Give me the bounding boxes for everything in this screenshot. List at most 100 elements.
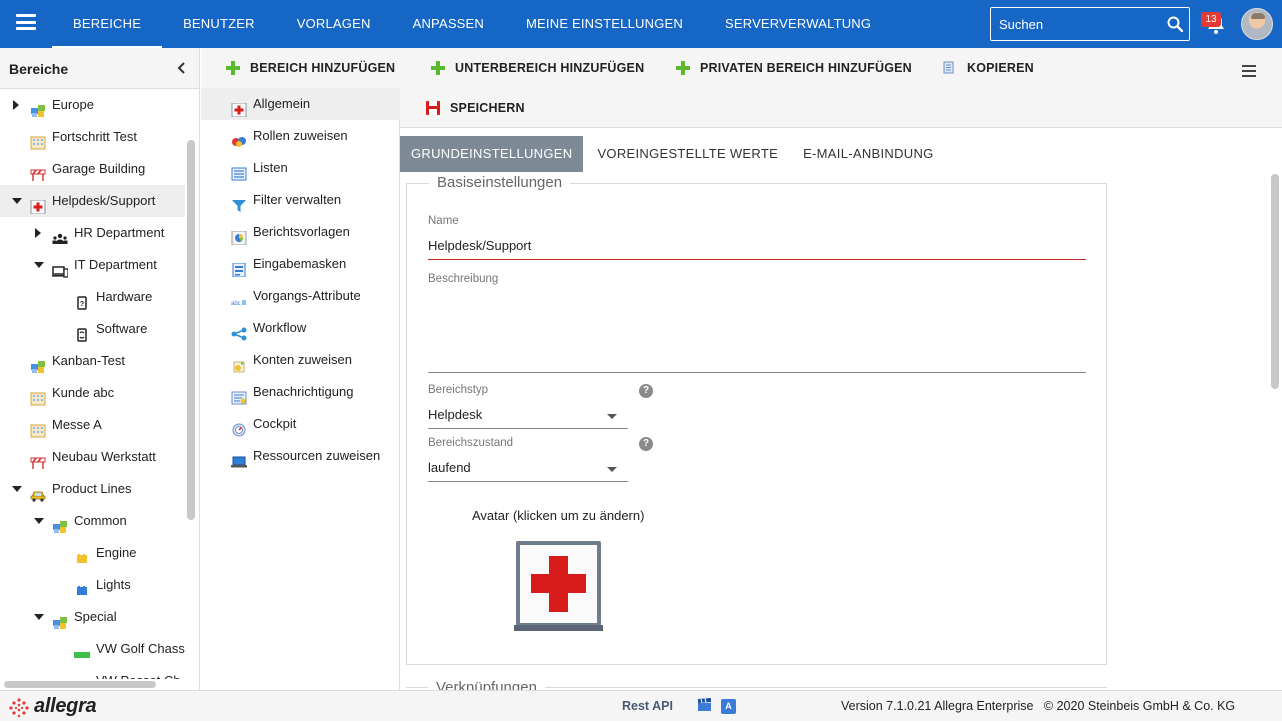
tree-node[interactable]: Messe A (0, 409, 185, 441)
nav-item-vorlagen[interactable]: VORLAGEN (276, 0, 392, 48)
description-field[interactable] (428, 292, 1086, 372)
tree-node-label: Fortschritt Test (52, 129, 138, 144)
settings-menu-item[interactable]: Filter verwalten (201, 184, 400, 216)
nav-item-meine-einstellungen[interactable]: MEINE EINSTELLUNGEN (505, 0, 704, 48)
form-icon (231, 257, 246, 278)
project-icon (52, 610, 68, 629)
tree-node[interactable]: Engine (0, 537, 185, 569)
project-icon (30, 98, 46, 117)
tree-node[interactable]: Common (0, 505, 185, 537)
add-area-button[interactable]: BEREICH HINZUFÜGEN (226, 48, 395, 88)
tree-node[interactable]: Helpdesk/Support (0, 185, 185, 217)
search-input[interactable] (991, 8, 1161, 40)
add-private-area-button[interactable]: PRIVATEN BEREICH HINZUFÜGEN (676, 48, 912, 88)
area-state-help-icon[interactable]: ? (639, 437, 653, 451)
search-icon[interactable] (1167, 16, 1183, 32)
area-type-help-icon[interactable]: ? (639, 384, 653, 398)
settings-menu-item[interactable]: Eingabemasken (201, 248, 400, 280)
sidebar-header: Bereiche (0, 48, 199, 89)
tree-node[interactable]: Kanban-Test (0, 345, 185, 377)
area-state-value: laufend (428, 460, 471, 475)
toolbar-more-menu-icon[interactable] (1242, 65, 1256, 80)
settings-menu-item[interactable]: Allgemein (201, 88, 400, 120)
tree-node[interactable]: ? Hardware (0, 281, 185, 313)
green-bar-icon (74, 674, 90, 679)
tree-node[interactable]: HR Department (0, 217, 185, 249)
collapse-sidebar-icon[interactable] (177, 62, 187, 74)
tree-node-label: VW Golf Chassi (96, 641, 185, 656)
clapperboard-icon[interactable] (697, 698, 712, 712)
copy-button[interactable]: KOPIEREN (943, 48, 1034, 88)
devices-icon (52, 258, 69, 278)
collapse-arrow-icon[interactable] (34, 262, 44, 268)
add-subarea-button[interactable]: UNTERBEREICH HINZUFÜGEN (431, 48, 644, 88)
add-private-area-label: PRIVATEN BEREICH HINZUFÜGEN (700, 61, 912, 75)
tree-node-label: Product Lines (52, 481, 132, 496)
tree-node[interactable]: VW Golf Chassi (0, 633, 185, 665)
content-vertical-scrollbar[interactable] (1271, 174, 1279, 389)
sidebar-vertical-scrollbar[interactable] (187, 140, 195, 520)
settings-menu-item-label: Listen (253, 160, 288, 175)
tree-node[interactable]: VW Passat Ch (0, 665, 185, 679)
ide-badge-icon[interactable]: A (721, 699, 736, 714)
main-menu-icon[interactable] (16, 14, 36, 30)
settings-menu-item[interactable]: Ressourcen zuweisen (201, 440, 400, 472)
save-button[interactable]: SPEICHERN (426, 88, 525, 128)
settings-menu-item[interactable]: Rollen zuweisen (201, 120, 400, 152)
settings-tabs: GRUNDEINSTELLUNGEN VOREINGESTELLTE WERTE E… (400, 136, 948, 172)
collapse-arrow-icon[interactable] (12, 486, 22, 492)
notification-count-badge[interactable]: 13 (1201, 12, 1221, 27)
list-icon (231, 161, 247, 181)
tree-node[interactable]: Garage Building (0, 153, 185, 185)
copyright-text: © 2020 Steinbeis GmbH & Co. KG (1043, 699, 1236, 713)
chevron-down-icon (607, 414, 617, 419)
tree-node[interactable]: Fortschritt Test (0, 121, 185, 153)
tree-node[interactable]: Lights (0, 569, 185, 601)
tree-node[interactable]: IT Department (0, 249, 185, 281)
construction-icon (30, 450, 46, 469)
collapse-arrow-icon[interactable] (12, 198, 22, 204)
tree-node[interactable]: Special (0, 601, 185, 633)
area-state-select[interactable]: laufend (428, 455, 628, 481)
settings-menu-item[interactable]: Konten zuweisen (201, 344, 400, 376)
expand-arrow-icon[interactable] (35, 228, 41, 238)
nav-item-bereiche[interactable]: BEREICHE (52, 0, 163, 48)
collapse-arrow-icon[interactable] (34, 518, 44, 524)
description-label: Beschreibung (428, 273, 499, 285)
nav-item-anpassen[interactable]: ANPASSEN (392, 0, 505, 48)
settings-menu-item-label: Filter verwalten (253, 192, 342, 207)
tree-node[interactable]: Software (0, 313, 185, 345)
settings-menu-item[interactable]: Workflow (201, 312, 400, 344)
name-field[interactable]: Helpdesk/Support (428, 238, 531, 253)
name-label: Name (428, 215, 459, 227)
tree-node-label: Messe A (52, 417, 102, 432)
first-aid-icon (30, 194, 46, 215)
tree-node-label: Kanban-Test (52, 353, 125, 368)
top-navigation-bar: BEREICHE BENUTZER VORLAGEN ANPASSEN MEINE EI… (0, 0, 1282, 48)
settings-menu-item[interactable]: Cockpit (201, 408, 400, 440)
area-avatar-first-aid-icon[interactable] (514, 539, 603, 633)
area-type-select[interactable]: Helpdesk (428, 402, 628, 428)
settings-menu-item[interactable]: abc Vorgangs-Attribute (201, 280, 400, 312)
allegra-logo-icon (9, 698, 29, 718)
settings-menu-item[interactable]: Berichtsvorlagen (201, 216, 400, 248)
tab-voreingestellte-werte[interactable]: VOREINGESTELLTE WERTE (586, 136, 789, 172)
tab-grundeinstellungen[interactable]: GRUNDEINSTELLUNGEN (400, 136, 584, 172)
settings-menu-item[interactable]: Listen (201, 152, 400, 184)
tree-node[interactable]: Product Lines (0, 473, 185, 505)
tree-node[interactable]: Europe (0, 89, 185, 121)
tab-e-mail-anbindung[interactable]: E-MAIL-ANBINDUNG (792, 136, 944, 172)
collapse-arrow-icon[interactable] (34, 614, 44, 620)
nav-item-serververwaltung[interactable]: SERVERVERWALTUNG (704, 0, 892, 48)
sidebar-horizontal-scrollbar[interactable] (4, 681, 156, 688)
user-avatar[interactable] (1241, 8, 1273, 40)
settings-menu-item-label: Benachrichtigung (253, 384, 354, 399)
settings-menu-item[interactable]: Benachrichtigung (201, 376, 400, 408)
svg-text:?: ? (80, 301, 84, 308)
tree-node[interactable]: Kunde abc (0, 377, 185, 409)
expand-arrow-icon[interactable] (13, 100, 19, 110)
tree-node[interactable]: Neubau Werkstatt (0, 441, 185, 473)
settings-menu-item-label: Rollen zuweisen (253, 128, 348, 143)
nav-item-benutzer[interactable]: BENUTZER (162, 0, 276, 48)
rest-api-link[interactable]: Rest API (622, 699, 673, 713)
